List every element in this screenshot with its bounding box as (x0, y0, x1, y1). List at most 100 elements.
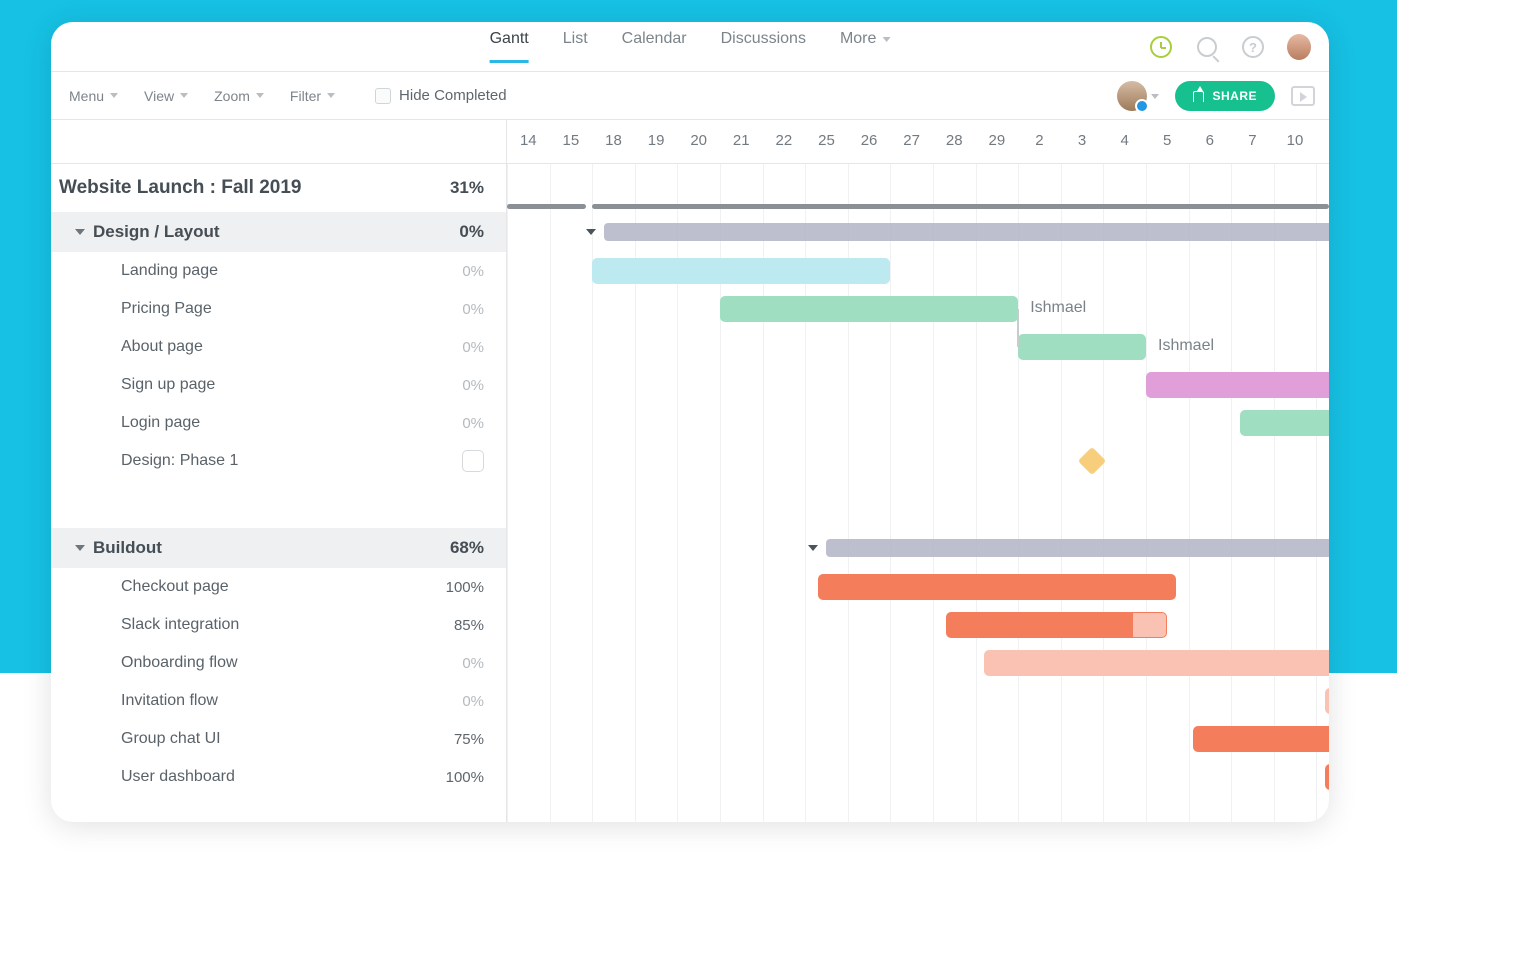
assignee-label: Ishmael (1030, 299, 1086, 317)
avatar-me[interactable] (1287, 35, 1311, 59)
share-icon (1193, 91, 1204, 102)
date-cell: 3 (1061, 120, 1104, 163)
task-progress: 0% (405, 655, 506, 672)
checkbox-icon (375, 88, 391, 104)
task-row[interactable]: About page (51, 328, 405, 366)
group-progress: 0% (405, 222, 506, 242)
tab-more[interactable]: More (840, 30, 890, 63)
task-bar[interactable] (984, 650, 1329, 676)
date-cell: 6 (1189, 120, 1232, 163)
tab-discussions[interactable]: Discussions (721, 30, 806, 63)
help-icon[interactable]: ? (1241, 35, 1265, 59)
task-bar[interactable] (1146, 372, 1329, 398)
date-cell: 10 (1274, 120, 1317, 163)
task-bar[interactable] (946, 612, 1168, 638)
task-bar[interactable] (1193, 726, 1329, 752)
task-row[interactable]: Pricing Page (51, 290, 405, 328)
task-progress: 100% (405, 579, 506, 596)
chevron-down-icon (1151, 94, 1159, 99)
tab-list[interactable]: List (563, 30, 588, 63)
app-card: Gantt List Calendar Discussions More ? Menu V… (51, 22, 1329, 822)
task-label: Login page (51, 414, 405, 432)
task-row[interactable]: Landing page (51, 252, 405, 290)
date-cell: 2 (1018, 120, 1061, 163)
milestone-diamond[interactable] (1078, 447, 1106, 475)
task-label: Pricing Page (51, 300, 405, 318)
date-cell: 25 (805, 120, 848, 163)
group-label: Design / Layout (51, 222, 405, 242)
collaborator-avatar[interactable] (1117, 81, 1159, 111)
tab-calendar[interactable]: Calendar (622, 30, 687, 63)
task-bar[interactable] (818, 574, 1176, 600)
task-row[interactable]: Sign up page (51, 366, 405, 404)
task-label: User dashboard (51, 768, 405, 786)
task-row[interactable]: Login page (51, 404, 405, 442)
task-bar[interactable] (592, 258, 890, 284)
share-label: SHARE (1212, 89, 1257, 103)
chevron-down-icon (110, 93, 118, 98)
task-progress: 0% (405, 339, 506, 356)
group-bar[interactable] (604, 223, 1329, 241)
group-0[interactable]: Design / Layout (51, 212, 405, 252)
task-progress: 0% (405, 263, 506, 280)
date-cell: 18 (592, 120, 635, 163)
task-row[interactable]: User dashboard (51, 758, 405, 796)
date-header: 141518192021222526272829234567101112 (507, 120, 1329, 164)
date-cell: 20 (677, 120, 720, 163)
group-1[interactable]: Buildout (51, 528, 405, 568)
task-row[interactable]: Invitation flow (51, 682, 405, 720)
date-cell: 29 (976, 120, 1019, 163)
menu-zoom[interactable]: Zoom (214, 88, 264, 104)
task-bar[interactable] (1325, 688, 1329, 714)
task-row[interactable]: Group chat UI (51, 720, 405, 758)
project-title: Website Launch : Fall 2019 (51, 177, 405, 199)
task-label: About page (51, 338, 405, 356)
menu-filter[interactable]: Filter (290, 88, 335, 104)
task-bar[interactable] (1240, 410, 1329, 436)
date-cell: 21 (720, 120, 763, 163)
search-icon[interactable] (1195, 35, 1219, 59)
task-row[interactable]: Slack integration (51, 606, 405, 644)
top-nav: Gantt List Calendar Discussions More ? (51, 22, 1329, 72)
task-row[interactable]: Design: Phase 1 (51, 442, 405, 480)
task-label: Invitation flow (51, 692, 405, 710)
task-label: Slack integration (51, 616, 405, 634)
menu-menu[interactable]: Menu (69, 88, 118, 104)
task-label: Design: Phase 1 (51, 452, 405, 470)
assignee-label: Ishmael (1158, 337, 1214, 355)
task-bar[interactable] (1018, 334, 1146, 360)
task-label: Onboarding flow (51, 654, 405, 672)
date-cell: 7 (1231, 120, 1274, 163)
date-cell: 22 (763, 120, 806, 163)
project-title-row: Website Launch : Fall 2019 (51, 164, 405, 212)
task-label: Landing page (51, 262, 405, 280)
date-cell: 15 (550, 120, 593, 163)
group-progress: 68% (405, 538, 506, 558)
clock-icon[interactable] (1149, 35, 1173, 59)
task-row[interactable]: Onboarding flow (51, 644, 405, 682)
date-cell: 26 (848, 120, 891, 163)
chevron-down-icon (180, 93, 188, 98)
date-cell: 27 (890, 120, 933, 163)
task-bar[interactable] (1325, 764, 1329, 790)
task-progress: 0% (405, 415, 506, 432)
date-cell: 19 (635, 120, 678, 163)
chevron-down-icon (882, 37, 890, 42)
group-bar[interactable] (826, 539, 1329, 557)
task-label: Checkout page (51, 578, 405, 596)
hide-completed-toggle[interactable]: Hide Completed (375, 87, 507, 104)
menu-view[interactable]: View (144, 88, 188, 104)
date-cell: 14 (507, 120, 550, 163)
share-button[interactable]: SHARE (1175, 81, 1275, 111)
chevron-down-icon (586, 229, 596, 235)
group-label: Buildout (51, 538, 405, 558)
toolbar: Menu View Zoom Filter Hide Completed SHARE (51, 72, 1329, 120)
task-progress: 0% (405, 693, 506, 710)
task-row[interactable]: Checkout page (51, 568, 405, 606)
dependency-line (1017, 309, 1019, 347)
tab-gantt[interactable]: Gantt (490, 30, 529, 63)
date-cell: 5 (1146, 120, 1189, 163)
task-bar[interactable] (720, 296, 1018, 322)
present-icon[interactable] (1291, 86, 1315, 106)
checkbox-icon[interactable] (462, 450, 484, 472)
